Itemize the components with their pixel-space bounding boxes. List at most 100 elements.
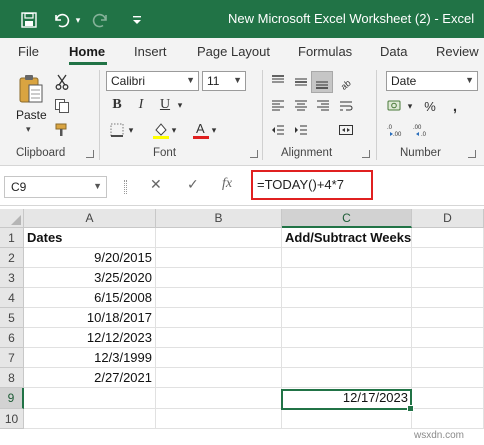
comma-style-icon[interactable]: , (445, 96, 465, 116)
cell-c1[interactable]: Add/Subtract Weeks (282, 228, 412, 248)
cell-d1[interactable] (412, 228, 484, 248)
cell-d8[interactable] (412, 368, 484, 388)
cell-a8[interactable]: 2/27/2021 (24, 368, 156, 388)
formula-bar-grip[interactable] (124, 180, 127, 194)
font-color-dropdown-icon[interactable]: ▾ (209, 120, 219, 140)
fill-color-icon[interactable] (151, 120, 171, 140)
cell-a9[interactable] (24, 388, 156, 409)
decrease-indent-icon[interactable] (268, 120, 288, 140)
chevron-down-icon[interactable]: ▼ (465, 75, 474, 85)
row-header[interactable]: 7 (0, 348, 24, 368)
borders-dropdown-icon[interactable]: ▾ (126, 120, 136, 140)
paste-icon[interactable] (16, 72, 46, 106)
cell-a10[interactable] (24, 409, 156, 429)
wrap-text-icon[interactable] (336, 96, 356, 116)
tab-file[interactable]: File (18, 44, 39, 59)
font-color-icon[interactable]: A (191, 120, 211, 140)
cell-b2[interactable] (156, 248, 282, 268)
underline-button[interactable]: U (155, 95, 175, 115)
bold-button[interactable]: B (107, 95, 127, 115)
formula-input[interactable]: =TODAY()+4*7 (251, 170, 373, 200)
customize-toolbar-icon[interactable] (126, 9, 148, 31)
alignment-launcher-icon[interactable] (362, 150, 370, 158)
enter-formula-icon[interactable]: ✓ (187, 176, 199, 193)
row-header[interactable]: 4 (0, 288, 24, 308)
cell-d4[interactable] (412, 288, 484, 308)
orientation-icon[interactable]: ab (336, 72, 356, 92)
row-header[interactable]: 10 (0, 409, 24, 429)
row-header[interactable]: 3 (0, 268, 24, 288)
font-launcher-icon[interactable] (250, 150, 258, 158)
merge-center-icon[interactable] (336, 120, 356, 140)
chevron-down-icon[interactable]: ▼ (93, 181, 102, 191)
cancel-formula-icon[interactable]: ✕ (150, 176, 162, 193)
save-icon[interactable] (18, 9, 40, 31)
format-painter-icon[interactable] (52, 120, 72, 140)
cell-d5[interactable] (412, 308, 484, 328)
tab-formulas[interactable]: Formulas (298, 44, 352, 59)
cut-icon[interactable] (52, 72, 72, 92)
undo-icon[interactable] (50, 9, 72, 31)
row-header[interactable]: 2 (0, 248, 24, 268)
tab-review[interactable]: Review (436, 44, 479, 59)
row-header[interactable]: 1 (0, 228, 24, 248)
paste-dropdown-icon[interactable]: ▾ (26, 124, 31, 135)
cell-d2[interactable] (412, 248, 484, 268)
cell-b5[interactable] (156, 308, 282, 328)
cell-b9[interactable] (156, 388, 282, 409)
cell-c10[interactable] (282, 409, 412, 429)
align-left-icon[interactable] (268, 96, 288, 116)
column-header-b[interactable]: B (156, 209, 282, 228)
align-center-icon[interactable] (291, 96, 311, 116)
cell-a1[interactable]: Dates (24, 228, 156, 248)
cell-b8[interactable] (156, 368, 282, 388)
cell-d7[interactable] (412, 348, 484, 368)
tab-insert[interactable]: Insert (134, 44, 167, 59)
cell-b1[interactable] (156, 228, 282, 248)
align-top-icon[interactable] (268, 72, 288, 92)
borders-icon[interactable] (107, 120, 127, 140)
clipboard-launcher-icon[interactable] (86, 150, 94, 158)
cell-c4[interactable] (282, 288, 412, 308)
cell-d10[interactable] (412, 409, 484, 429)
paste-label[interactable]: Paste (16, 108, 47, 122)
cell-c7[interactable] (282, 348, 412, 368)
cell-a5[interactable]: 10/18/2017 (24, 308, 156, 328)
percent-style-icon[interactable]: % (420, 96, 440, 116)
font-size-combo[interactable]: 11 ▼ (202, 71, 246, 91)
accounting-format-icon[interactable] (386, 96, 406, 116)
chevron-down-icon[interactable]: ▼ (186, 75, 195, 85)
increase-decimal-icon[interactable]: .0.00 (386, 120, 406, 140)
cell-a3[interactable]: 3/25/2020 (24, 268, 156, 288)
cell-b6[interactable] (156, 328, 282, 348)
cell-c2[interactable] (282, 248, 412, 268)
cell-a7[interactable]: 12/3/1999 (24, 348, 156, 368)
tab-home[interactable]: Home (69, 44, 105, 59)
name-box[interactable]: C9 ▼ (4, 176, 107, 198)
cell-c8[interactable] (282, 368, 412, 388)
column-header-c[interactable]: C (282, 209, 412, 228)
accounting-dropdown-icon[interactable]: ▾ (405, 96, 415, 116)
copy-icon[interactable] (52, 96, 72, 116)
row-header[interactable]: 6 (0, 328, 24, 348)
cell-a6[interactable]: 12/12/2023 (24, 328, 156, 348)
row-header[interactable]: 9 (0, 388, 24, 409)
row-header[interactable]: 5 (0, 308, 24, 328)
cell-d3[interactable] (412, 268, 484, 288)
tab-page-layout[interactable]: Page Layout (197, 44, 270, 59)
align-right-icon[interactable] (313, 96, 333, 116)
undo-dropdown-icon[interactable]: ▾ (72, 9, 84, 31)
cell-b3[interactable] (156, 268, 282, 288)
fill-color-dropdown-icon[interactable]: ▾ (169, 120, 179, 140)
redo-icon[interactable] (90, 9, 112, 31)
column-header-a[interactable]: A (24, 209, 156, 228)
number-format-combo[interactable]: Date ▼ (386, 71, 478, 91)
cell-d9[interactable] (412, 388, 484, 409)
cell-a2[interactable]: 9/20/2015 (24, 248, 156, 268)
insert-function-icon[interactable]: fx (222, 176, 232, 192)
cell-c6[interactable] (282, 328, 412, 348)
cell-c5[interactable] (282, 308, 412, 328)
chevron-down-icon[interactable]: ▼ (233, 75, 242, 85)
align-bottom-icon[interactable] (311, 71, 333, 93)
decrease-decimal-icon[interactable]: .00.0 (412, 120, 432, 140)
